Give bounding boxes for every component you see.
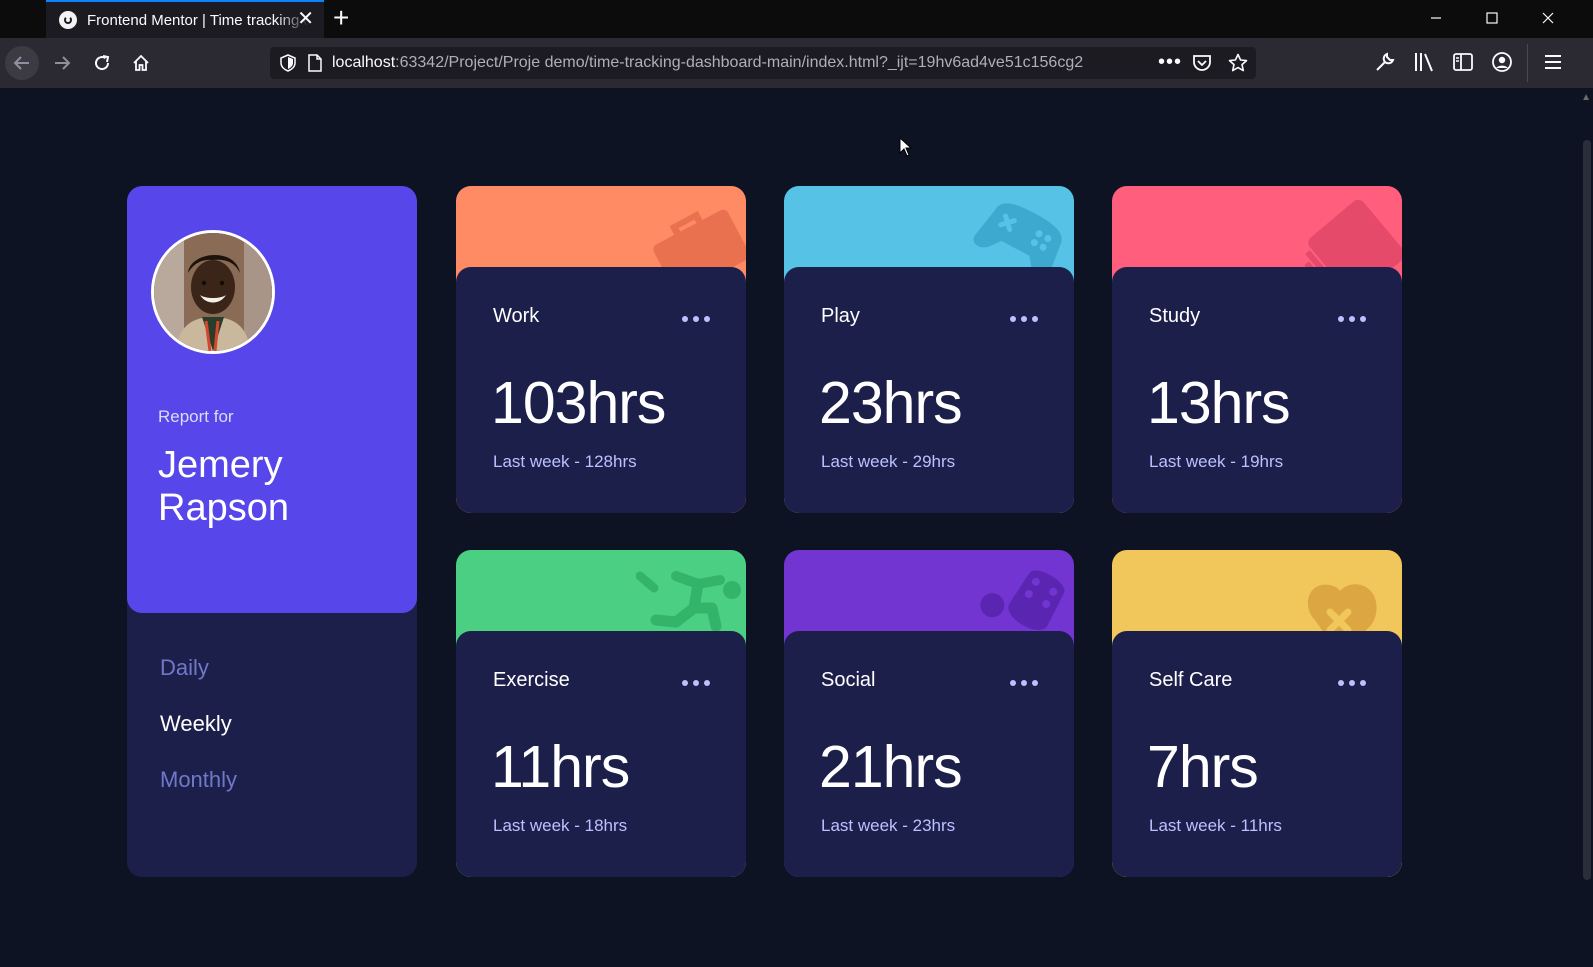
arrow-left-icon xyxy=(13,56,29,70)
minimize-icon xyxy=(1431,17,1441,19)
card-body: Work 103hrs Last week - 128hrs xyxy=(456,267,746,513)
tab-close-icon[interactable]: ✕ xyxy=(297,9,314,29)
previous-hours: Last week - 11hrs xyxy=(1149,816,1282,835)
profile-header: Report for Jemery Rapson xyxy=(127,186,417,613)
play-icon xyxy=(973,203,1062,276)
maximize-icon xyxy=(1486,12,1498,24)
arrow-right-icon xyxy=(55,56,71,70)
sidebar-icon[interactable] xyxy=(1452,51,1474,73)
previous-hours: Last week - 23hrs xyxy=(821,816,956,835)
home-icon xyxy=(133,54,149,71)
ellipsis-icon[interactable] xyxy=(680,673,712,693)
scroll-up-arrow-icon[interactable]: ▲ xyxy=(1581,92,1591,103)
home-button[interactable] xyxy=(124,46,158,80)
exercise-icon xyxy=(636,571,741,632)
social-icon xyxy=(980,570,1065,630)
card-body: Social 21hrs Last week - 23hrs xyxy=(784,631,1074,877)
close-window-button[interactable] xyxy=(1520,0,1576,36)
avatar xyxy=(151,230,275,354)
period-tabs: Daily Weekly Monthly xyxy=(160,654,237,822)
page-viewport: ▲ Report for Jemery Rapson Daily Weekly … xyxy=(0,88,1593,967)
card-exercise: Exercise 11hrs Last week - 18hrs xyxy=(456,550,746,877)
hamburger-menu-icon[interactable] xyxy=(1542,51,1564,73)
period-tab-weekly[interactable]: Weekly xyxy=(160,710,237,766)
frontend-mentor-favicon-icon xyxy=(59,11,77,29)
card-social: Social 21hrs Last week - 23hrs xyxy=(784,550,1074,877)
card-title: Play xyxy=(821,305,860,327)
page-icon xyxy=(308,54,322,72)
maximize-window-button[interactable] xyxy=(1464,0,1520,36)
current-hours: 13hrs xyxy=(1147,370,1291,436)
self-care-icon xyxy=(1307,584,1377,640)
ellipsis-icon[interactable] xyxy=(1336,309,1368,329)
reload-button[interactable] xyxy=(85,46,119,80)
person-name: Jemery Rapson xyxy=(158,444,289,529)
card-body: Study 13hrs Last week - 19hrs xyxy=(1112,267,1402,513)
avatar-portrait-icon xyxy=(154,233,272,351)
card-self-care: Self Care 7hrs Last week - 11hrs xyxy=(1112,550,1402,877)
period-tab-monthly[interactable]: Monthly xyxy=(160,766,237,822)
close-icon xyxy=(1542,12,1554,24)
new-tab-button[interactable]: + xyxy=(333,4,349,32)
work-icon xyxy=(653,209,746,276)
current-hours: 21hrs xyxy=(819,734,963,800)
shield-icon[interactable] xyxy=(280,54,296,72)
browser-toolbar: localhost:63342/Project/Proje demo/time-… xyxy=(0,38,1593,88)
profile-card: Report for Jemery Rapson Daily Weekly Mo… xyxy=(127,186,417,877)
library-icon[interactable] xyxy=(1413,51,1437,73)
ellipsis-icon[interactable] xyxy=(1008,309,1040,329)
card-title: Work xyxy=(493,305,540,327)
scroll-thumb[interactable] xyxy=(1583,140,1591,880)
current-hours: 23hrs xyxy=(819,370,963,436)
study-icon xyxy=(1304,199,1402,276)
forward-button[interactable] xyxy=(45,46,79,80)
browser-tab-strip: Frontend Mentor | Time tracking dashboar… xyxy=(0,0,1593,38)
page-actions-button[interactable]: ••• xyxy=(1158,51,1182,74)
minimize-window-button[interactable] xyxy=(1408,0,1464,36)
url-host: localhost xyxy=(332,54,396,71)
ellipsis-icon[interactable] xyxy=(680,309,712,329)
bookmark-star-icon[interactable] xyxy=(1228,53,1248,73)
mouse-cursor-icon xyxy=(899,137,913,157)
period-tab-daily[interactable]: Daily xyxy=(160,654,237,710)
current-hours: 7hrs xyxy=(1147,734,1259,800)
back-button[interactable] xyxy=(5,46,39,80)
ellipsis-icon[interactable] xyxy=(1008,673,1040,693)
card-study: Study 13hrs Last week - 19hrs xyxy=(1112,186,1402,513)
card-body: Self Care 7hrs Last week - 11hrs xyxy=(1112,631,1402,877)
card-body: Play 23hrs Last week - 29hrs xyxy=(784,267,1074,513)
url-path: :63342/Project/Proje demo/time-tracking-… xyxy=(395,54,1084,71)
vertical-scrollbar[interactable]: ▲ xyxy=(1581,88,1593,967)
card-body: Exercise 11hrs Last week - 18hrs xyxy=(456,631,746,877)
card-title: Self Care xyxy=(1149,669,1233,691)
browser-tab[interactable]: Frontend Mentor | Time tracking dashboar… xyxy=(46,0,324,38)
pocket-icon[interactable] xyxy=(1192,53,1212,73)
address-bar[interactable]: localhost:63342/Project/Proje demo/time-… xyxy=(270,47,1256,79)
card-title: Study xyxy=(1149,305,1201,327)
ellipsis-icon[interactable] xyxy=(1336,673,1368,693)
previous-hours: Last week - 19hrs xyxy=(1149,452,1284,471)
report-for-label: Report for xyxy=(158,407,234,426)
current-hours: 103hrs xyxy=(491,370,666,436)
url-text[interactable]: localhost:63342/Project/Proje demo/time-… xyxy=(332,54,1137,72)
previous-hours: Last week - 128hrs xyxy=(493,452,637,471)
previous-hours: Last week - 29hrs xyxy=(821,452,956,471)
reload-icon xyxy=(95,55,110,71)
card-title: Social xyxy=(821,669,876,691)
wrench-icon[interactable] xyxy=(1374,51,1396,73)
toolbar-separator xyxy=(1527,44,1528,82)
account-icon[interactable] xyxy=(1491,51,1513,73)
card-play: Play 23hrs Last week - 29hrs xyxy=(784,186,1074,513)
previous-hours: Last week - 18hrs xyxy=(493,816,628,835)
card-work: Work 103hrs Last week - 128hrs xyxy=(456,186,746,513)
tab-title: Frontend Mentor | Time tracking dashboar… xyxy=(87,11,309,29)
card-title: Exercise xyxy=(493,669,570,691)
current-hours: 11hrs xyxy=(491,734,630,800)
